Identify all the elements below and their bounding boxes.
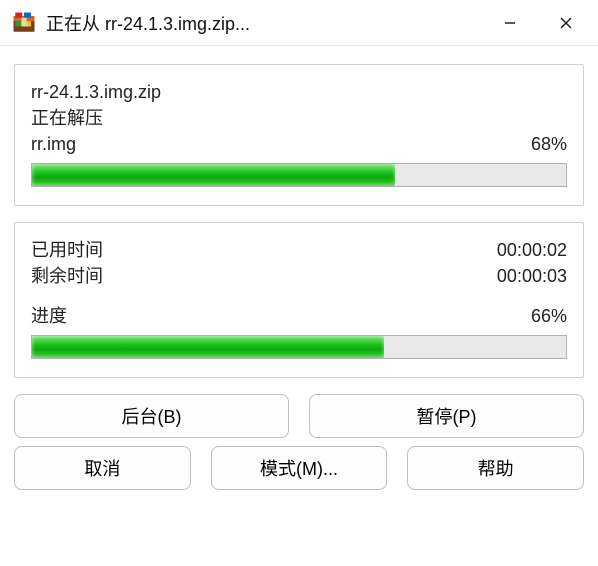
total-progress-label: 进度 bbox=[31, 303, 67, 329]
elapsed-value: 00:00:02 bbox=[497, 237, 567, 263]
button-row-2: 取消 模式(M)... 帮助 bbox=[14, 446, 584, 490]
title-bar: 正在从 rr-24.1.3.img.zip... bbox=[0, 0, 598, 46]
archive-name: rr-24.1.3.img.zip bbox=[31, 79, 567, 105]
current-file: rr.img bbox=[31, 131, 76, 157]
pause-button[interactable]: 暂停(P) bbox=[309, 394, 584, 438]
total-progress-percent: 66% bbox=[531, 303, 567, 329]
remaining-value: 00:00:03 bbox=[497, 263, 567, 289]
total-progress-fill bbox=[32, 336, 384, 358]
extraction-dialog: 正在从 rr-24.1.3.img.zip... rr-24.1.3.img.z… bbox=[0, 0, 598, 566]
file-percent: 68% bbox=[531, 131, 567, 157]
winrar-icon bbox=[10, 9, 38, 37]
remaining-label: 剩余时间 bbox=[31, 263, 103, 289]
background-button[interactable]: 后台(B) bbox=[14, 394, 289, 438]
cancel-button[interactable]: 取消 bbox=[14, 446, 191, 490]
file-panel: rr-24.1.3.img.zip 正在解压 rr.img 68% bbox=[14, 64, 584, 206]
minimize-button[interactable] bbox=[482, 0, 538, 46]
close-button[interactable] bbox=[538, 0, 594, 46]
help-button[interactable]: 帮助 bbox=[407, 446, 584, 490]
status-panel: 已用时间 00:00:02 剩余时间 00:00:03 进度 66% bbox=[14, 222, 584, 378]
file-progress-bar bbox=[31, 163, 567, 187]
total-progress-bar bbox=[31, 335, 567, 359]
dialog-content: rr-24.1.3.img.zip 正在解压 rr.img 68% 已用时间 0… bbox=[0, 46, 598, 566]
button-row-1: 后台(B) 暂停(P) bbox=[14, 394, 584, 438]
mode-button[interactable]: 模式(M)... bbox=[211, 446, 388, 490]
window-title: 正在从 rr-24.1.3.img.zip... bbox=[46, 10, 482, 36]
file-progress-fill bbox=[32, 164, 395, 186]
action-label: 正在解压 bbox=[31, 105, 567, 131]
elapsed-label: 已用时间 bbox=[31, 237, 103, 263]
